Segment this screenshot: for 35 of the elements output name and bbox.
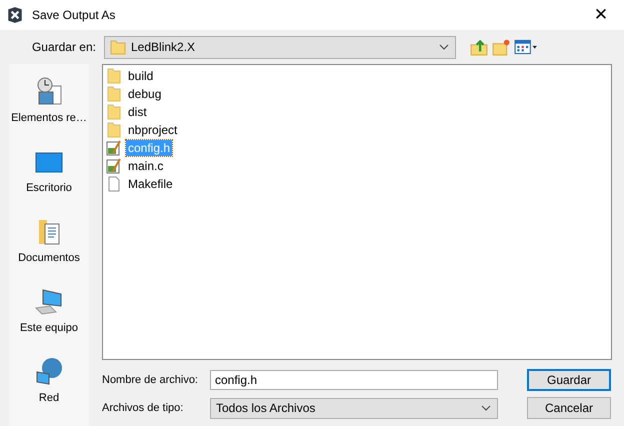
place-label[interactable]: Este equipo bbox=[20, 322, 78, 334]
file-item[interactable]: build bbox=[126, 68, 156, 84]
folder-icon bbox=[106, 86, 122, 102]
close-button[interactable]: ✕ bbox=[578, 0, 624, 30]
save-button[interactable]: Guardar bbox=[527, 369, 611, 391]
filename-field[interactable]: config.h bbox=[210, 370, 498, 390]
folder-icon bbox=[110, 39, 126, 55]
cancel-button[interactable]: Cancelar bbox=[527, 397, 611, 419]
file-item[interactable]: Makefile bbox=[126, 176, 175, 192]
file-item[interactable]: main.c bbox=[126, 158, 166, 174]
chevron-icon bbox=[439, 44, 449, 50]
filename-label: Nombre de archivo: bbox=[102, 374, 199, 386]
new-folder-icon[interactable] bbox=[492, 38, 510, 56]
place-label[interactable]: Elementos re… bbox=[11, 112, 87, 124]
filetype-label: Archivos de tipo: bbox=[102, 402, 184, 414]
place-label[interactable]: Documentos bbox=[18, 252, 80, 264]
document-icon bbox=[106, 176, 122, 192]
location-dropdown[interactable]: LedBlink2.X bbox=[104, 36, 456, 58]
folder-icon bbox=[106, 122, 122, 138]
app-icon bbox=[6, 6, 24, 24]
file-item[interactable]: dist bbox=[126, 104, 149, 120]
place-label[interactable]: Escritorio bbox=[26, 182, 72, 194]
pencil-document-icon bbox=[106, 140, 122, 156]
folder-icon bbox=[106, 104, 122, 120]
filetype-dropdown[interactable]: Todos los Archivos bbox=[210, 398, 498, 418]
location-label: Guardar en: bbox=[30, 40, 97, 54]
view-menu-icon[interactable] bbox=[514, 38, 538, 56]
pencil-document-icon bbox=[106, 158, 122, 174]
folder-icon bbox=[106, 68, 122, 84]
up-folder-icon[interactable] bbox=[470, 38, 488, 56]
place-label[interactable]: Red bbox=[38, 392, 60, 404]
file-item[interactable]: nbproject bbox=[126, 122, 180, 138]
chevron-icon bbox=[481, 405, 491, 411]
file-item[interactable]: debug bbox=[126, 86, 164, 102]
window-title: Save Output As bbox=[32, 8, 116, 22]
